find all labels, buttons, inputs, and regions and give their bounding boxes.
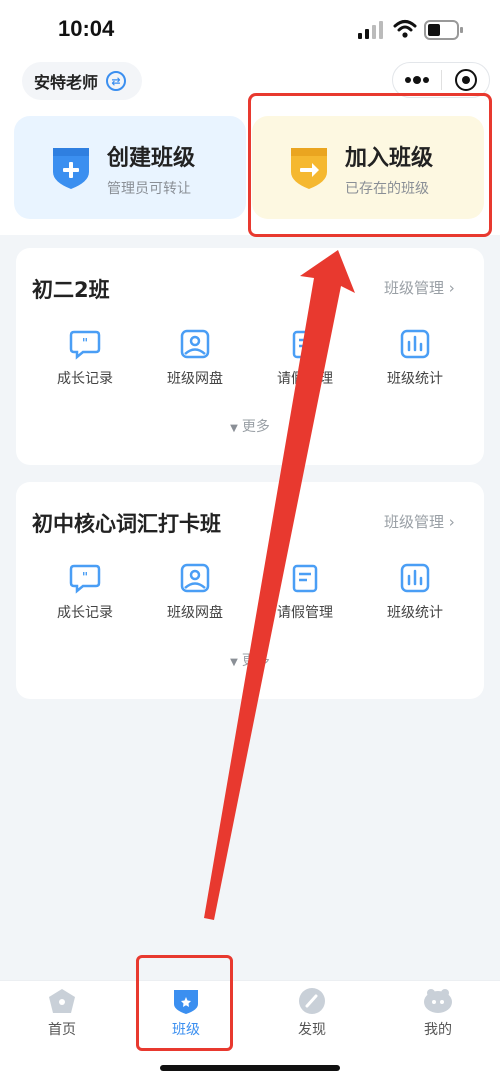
bar-chart-icon [400,563,430,593]
class-card: 初二2班 班级管理 › " 成长记录 班级网盘 请假管理 班级统计 ▼ 更多 [16,248,484,465]
feature-leave-management[interactable]: 请假管理 [250,328,360,388]
capsule-divider [441,70,442,90]
join-class-card[interactable]: 加入班级 已存在的班级 [252,116,484,219]
chat-bubble-icon: " [69,330,101,360]
caret-down-icon: ▼ [230,657,238,668]
leave-icon [292,564,318,593]
feature-label: 班级网盘 [167,605,223,621]
create-class-title: 创建班级 [107,146,196,171]
teacher-switcher[interactable]: 安特老师 ⇄ [22,62,142,100]
class-name: 初中核心词汇打卡班 [32,512,221,536]
profile-icon [424,989,452,1013]
tab-label: 班级 [172,1022,200,1038]
expand-more-button[interactable]: ▼ 更多 [16,416,484,436]
tab-label: 我的 [424,1022,452,1038]
feature-growth-record[interactable]: " 成长记录 [30,328,140,388]
class-manage-link[interactable]: 班级管理 › [384,511,455,532]
home-icon [49,989,75,1013]
chat-bubble-icon: " [69,564,101,594]
feature-class-statistics[interactable]: 班级统计 [360,328,470,388]
teacher-name: 安特老师 [34,73,99,92]
feature-class-statistics[interactable]: 班级统计 [360,562,470,622]
class-card: 初中核心词汇打卡班 班级管理 › " 成长记录 班级网盘 请假管理 班级统计 ▼… [16,482,484,699]
shield-plus-icon [53,148,89,189]
wifi-icon [393,20,417,38]
create-class-card[interactable]: 创建班级 管理员可转让 [14,116,246,219]
join-class-subtitle: 已存在的班级 [345,181,429,197]
bar-chart-icon [400,329,430,359]
tab-label: 发现 [298,1022,326,1038]
more-icon[interactable] [404,73,430,87]
tab-profile[interactable]: 我的 [388,987,488,1039]
leave-icon [292,330,318,359]
feature-leave-management[interactable]: 请假管理 [250,562,360,622]
feature-label: 班级统计 [387,605,443,621]
class-manage-link[interactable]: 班级管理 › [384,277,455,298]
tab-label: 首页 [48,1022,76,1038]
tab-class[interactable]: 班级 [136,987,236,1039]
create-class-subtitle: 管理员可转让 [107,181,191,197]
image-icon [180,563,210,593]
home-indicator [160,1065,340,1071]
expand-more-button[interactable]: ▼ 更多 [16,650,484,670]
switch-icon: ⇄ [106,71,127,91]
feature-label: 班级网盘 [167,371,223,387]
signal-icon [358,21,383,39]
feature-growth-record[interactable]: " 成长记录 [30,562,140,622]
feature-label: 请假管理 [277,371,333,387]
discover-icon [299,988,325,1014]
feature-class-drive[interactable]: 班级网盘 [140,562,250,622]
class-icon [174,990,198,1014]
class-name: 初二2班 [32,278,110,302]
status-bar: 10:04 [0,0,500,60]
battery-icon [424,20,463,40]
feature-label: 成长记录 [57,605,113,621]
image-icon [180,329,210,359]
status-time: 10:04 [58,16,115,41]
svg-text:": " [82,336,88,350]
feature-label: 请假管理 [277,605,333,621]
feature-class-drive[interactable]: 班级网盘 [140,328,250,388]
feature-label: 成长记录 [57,371,113,387]
shield-arrow-icon [291,148,327,189]
tab-home[interactable]: 首页 [12,987,112,1039]
join-class-title: 加入班级 [345,146,434,171]
feature-label: 班级统计 [387,371,443,387]
tab-discover[interactable]: 发现 [262,987,362,1039]
svg-text:": " [82,570,88,584]
close-miniprogram-icon[interactable] [455,69,477,91]
caret-down-icon: ▼ [230,423,238,434]
